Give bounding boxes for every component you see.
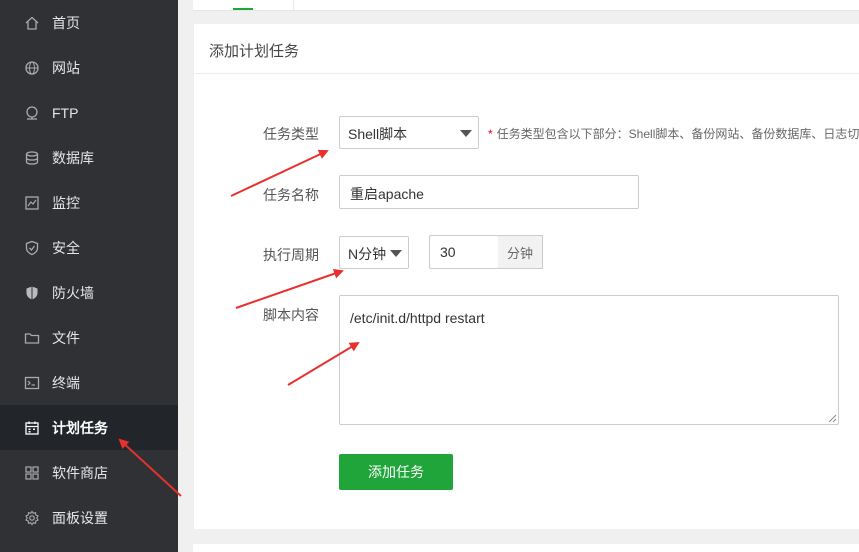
task-type-select[interactable]: Shell脚本 bbox=[339, 116, 479, 149]
task-type-value: Shell脚本 bbox=[348, 126, 408, 142]
period-label: 执行周期 bbox=[263, 247, 319, 263]
add-cron-panel: 添加计划任务 任务类型 Shell脚本 * 任务类型包含以下部分：Shell脚本、… bbox=[193, 24, 859, 529]
shield-icon bbox=[24, 240, 40, 256]
calendar-icon bbox=[24, 420, 40, 436]
sidebar-item-label: 安全 bbox=[52, 239, 80, 256]
next-panel-edge bbox=[193, 544, 859, 552]
task-name-label: 任务名称 bbox=[263, 187, 319, 203]
task-type-hint: * 任务类型包含以下部分：Shell脚本、备份网站、备份数据库、日志切 bbox=[488, 125, 859, 142]
script-value: /etc/init.d/httpd restart bbox=[350, 310, 485, 326]
script-label: 脚本内容 bbox=[263, 307, 319, 323]
monitor-icon bbox=[24, 195, 40, 211]
sidebar-item-label: FTP bbox=[52, 104, 79, 121]
ftp-icon bbox=[24, 105, 40, 121]
sidebar-item-label: 网站 bbox=[52, 59, 80, 76]
required-star: * bbox=[488, 127, 493, 141]
period-amount-value: 30 bbox=[440, 244, 456, 260]
sidebar-item-label: 终端 bbox=[52, 374, 80, 391]
sidebar-item-label: 软件商店 bbox=[52, 464, 108, 481]
firewall-icon bbox=[24, 285, 40, 301]
task-name-input[interactable]: 重启apache bbox=[339, 175, 639, 209]
sidebar-item-website[interactable]: 网站 bbox=[0, 45, 178, 90]
task-type-label: 任务类型 bbox=[263, 126, 319, 142]
sidebar-item-files[interactable]: 文件 bbox=[0, 315, 178, 360]
resize-grip-icon[interactable] bbox=[827, 413, 837, 423]
panel-title: 添加计划任务 bbox=[209, 43, 300, 60]
sidebar-item-label: 面板设置 bbox=[52, 509, 108, 526]
home-icon bbox=[24, 15, 40, 31]
sidebar-item-settings[interactable]: 面板设置 bbox=[0, 495, 178, 540]
sidebar-item-security[interactable]: 安全 bbox=[0, 225, 178, 270]
top-tab-strip bbox=[193, 0, 859, 11]
database-icon bbox=[24, 150, 40, 166]
terminal-icon bbox=[24, 375, 40, 391]
task-name-value: 重启apache bbox=[350, 186, 424, 202]
apps-icon bbox=[24, 465, 40, 481]
task-type-hint-text: 任务类型包含以下部分：Shell脚本、备份网站、备份数据库、日志切 bbox=[496, 127, 859, 141]
globe-icon bbox=[24, 60, 40, 76]
sidebar-item-ftp[interactable]: FTP bbox=[0, 90, 178, 135]
period-unit-select[interactable]: N分钟 bbox=[339, 236, 409, 269]
sidebar-item-monitor[interactable]: 监控 bbox=[0, 180, 178, 225]
sidebar-item-firewall[interactable]: 防火墙 bbox=[0, 270, 178, 315]
sidebar-item-home[interactable]: 首页 bbox=[0, 0, 178, 45]
sidebar-item-label: 计划任务 bbox=[52, 419, 108, 436]
sidebar-item-database[interactable]: 数据库 bbox=[0, 135, 178, 180]
period-unit-addon: 分钟 bbox=[498, 235, 543, 269]
sidebar: 首页 网站 FTP 数据库 监控 安全 防火墙 文件 终端 计划任务 软件商店 … bbox=[0, 0, 178, 552]
sidebar-item-label: 首页 bbox=[52, 14, 80, 31]
sidebar-item-label: 监控 bbox=[52, 194, 80, 211]
folder-icon bbox=[24, 330, 40, 346]
sidebar-item-label: 数据库 bbox=[52, 149, 94, 166]
sidebar-item-label: 防火墙 bbox=[52, 284, 94, 301]
sidebar-item-terminal[interactable]: 终端 bbox=[0, 360, 178, 405]
chevron-down-icon bbox=[460, 130, 472, 137]
tab-divider bbox=[293, 0, 294, 10]
script-textarea[interactable]: /etc/init.d/httpd restart bbox=[339, 295, 839, 425]
sidebar-item-app-store[interactable]: 软件商店 bbox=[0, 450, 178, 495]
panel-header: 添加计划任务 bbox=[194, 24, 859, 74]
sidebar-item-label: 文件 bbox=[52, 329, 80, 346]
chevron-down-icon bbox=[390, 250, 402, 257]
sidebar-item-cron[interactable]: 计划任务 bbox=[0, 405, 178, 450]
settings-icon bbox=[24, 510, 40, 526]
active-tab-indicator bbox=[233, 8, 253, 10]
period-amount-input[interactable]: 30 bbox=[429, 235, 499, 269]
period-unit-value: N分钟 bbox=[348, 246, 387, 262]
add-task-button[interactable]: 添加任务 bbox=[339, 454, 453, 490]
